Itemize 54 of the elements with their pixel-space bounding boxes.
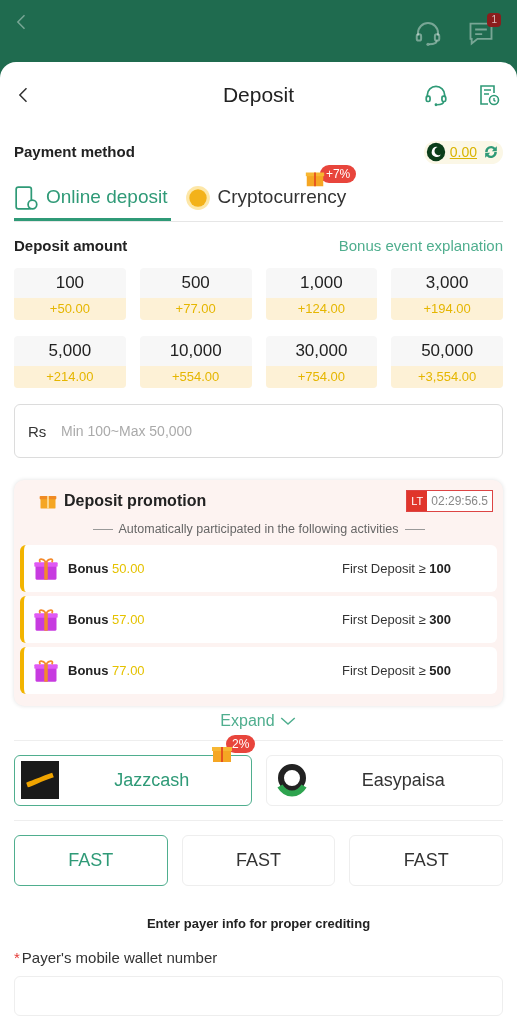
amount-value: 10,000 xyxy=(168,340,223,363)
bonus-value: +754.00 xyxy=(265,366,378,388)
countdown-timer: 02:29:56.5 xyxy=(427,491,492,511)
deposit-condition: First Deposit ≥ 100 xyxy=(341,559,451,578)
bonus-value: +77.00 xyxy=(139,298,252,320)
amount-value: 30,000 xyxy=(294,340,349,363)
section-label: Payment method xyxy=(14,141,135,162)
balance-amount: 0.00 xyxy=(449,142,477,162)
amount-value: 500 xyxy=(180,272,211,295)
currency-label: Rs xyxy=(28,422,47,442)
bonus-label: Bonus 77.00 xyxy=(68,661,146,680)
phone-icon xyxy=(14,183,40,212)
page-title: Deposit xyxy=(222,82,295,109)
amount-option[interactable]: 5,000 +214.00 xyxy=(14,336,126,388)
bonus-value: +3,554.00 xyxy=(391,366,503,388)
channel-option[interactable]: FAST xyxy=(349,834,503,886)
bonus-value: +124.00 xyxy=(265,298,378,320)
section-label: Deposit amount xyxy=(14,235,128,256)
amount-value: 50,000 xyxy=(420,340,475,363)
promotion-title: Deposit promotion xyxy=(64,491,207,511)
logo-icon xyxy=(21,761,59,800)
amount-option[interactable]: 1,000 +124.00 xyxy=(265,268,378,320)
bonus-value: +554.00 xyxy=(139,366,252,388)
bonus-value: +194.00 xyxy=(391,298,503,320)
amount-value: 5,000 xyxy=(47,340,93,363)
bonus-label: Bonus 50.00 xyxy=(68,559,146,578)
notification-badge: 1 xyxy=(487,13,501,27)
payment-method[interactable]: Easypaisa xyxy=(265,754,503,806)
tab[interactable]: Online deposit xyxy=(14,177,172,221)
promotion-subtitle: Automatically participated in the following activities xyxy=(118,521,399,538)
channel-option[interactable]: FAST xyxy=(181,834,336,886)
amount-option[interactable]: 3,000 +194.00 xyxy=(391,268,503,320)
amount-value: 3,000 xyxy=(424,272,470,295)
amount-value: 1,000 xyxy=(299,272,344,295)
payment-method[interactable]: Jazzcash xyxy=(14,754,252,806)
bonus-value: +214.00 xyxy=(14,366,126,388)
amount-option[interactable]: 50,000 +3,554.00 xyxy=(391,336,503,388)
amount-option[interactable]: 500 +77.00 xyxy=(139,268,252,320)
amount-option[interactable]: 100 +50.00 xyxy=(14,268,126,320)
amount-value: 100 xyxy=(54,272,86,295)
history-icon[interactable] xyxy=(477,82,501,108)
bonus-badge: +7% xyxy=(319,165,357,183)
bonus-label: Bonus 57.00 xyxy=(68,610,146,629)
deposit-condition: First Deposit ≥ 500 xyxy=(341,661,451,680)
amount-option[interactable]: 30,000 +754.00 xyxy=(265,336,378,388)
field-label: Payer's mobile wallet number xyxy=(21,948,218,969)
payer-info-note: Enter payer info for proper crediting xyxy=(145,914,372,933)
bonus-badge: 2% xyxy=(226,734,256,753)
deposit-condition: First Deposit ≥ 300 xyxy=(341,610,451,629)
bonus-value: +50.00 xyxy=(14,298,126,320)
timer-tag: LT xyxy=(407,491,428,511)
coin-icon xyxy=(185,184,212,211)
required-mark: * xyxy=(14,948,20,969)
amount-option[interactable]: 10,000 +554.00 xyxy=(139,336,252,388)
